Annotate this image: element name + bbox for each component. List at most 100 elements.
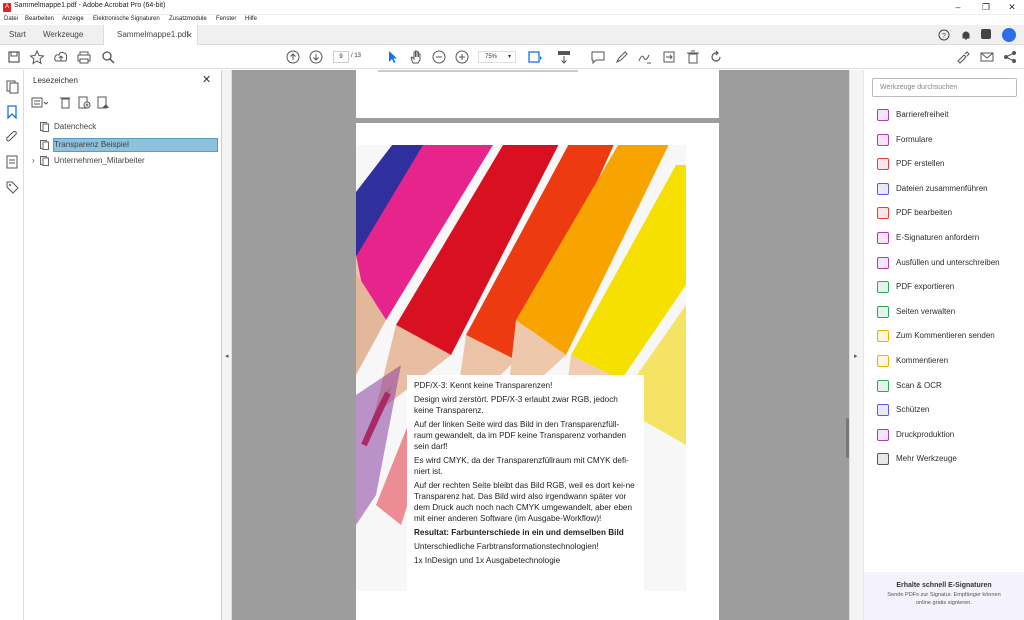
tool-label: Schützen bbox=[896, 405, 930, 415]
highlight-pen-icon[interactable] bbox=[614, 49, 630, 65]
tab-close-icon[interactable]: ✕ bbox=[186, 31, 193, 40]
page-content-divider bbox=[378, 70, 578, 72]
menu-fenster[interactable]: Fenster bbox=[216, 16, 236, 22]
bookmark-page-icon bbox=[40, 140, 49, 150]
bookmark-options-icon[interactable] bbox=[31, 97, 49, 109]
document-properties-icon[interactable] bbox=[5, 155, 19, 169]
zoom-out-icon[interactable] bbox=[431, 49, 447, 65]
send-for-comments-icon bbox=[877, 330, 889, 343]
tool-label: Zum Kommentieren senden bbox=[896, 331, 995, 341]
share-icon[interactable] bbox=[1002, 49, 1018, 65]
edit-pdf-icon bbox=[877, 207, 889, 220]
menu-datei[interactable]: Datei bbox=[4, 16, 18, 22]
bookmark-icon[interactable] bbox=[5, 105, 19, 119]
scroll-mode-icon[interactable] bbox=[556, 49, 572, 65]
menu-bearbeiten[interactable]: Bearbeiten bbox=[25, 16, 54, 22]
page-fit-icon[interactable] bbox=[527, 49, 543, 65]
pdf-paragraph: Auf der linken Seite wird das Bild in de… bbox=[414, 420, 627, 451]
chevron-right-icon[interactable]: › bbox=[32, 156, 35, 165]
tools-search-input[interactable]: Werkzeuge durchsuchen bbox=[872, 78, 1017, 97]
star-icon[interactable] bbox=[29, 49, 45, 65]
avatar[interactable] bbox=[1002, 28, 1016, 42]
select-cursor-icon[interactable] bbox=[385, 49, 401, 65]
tool-label: PDF exportieren bbox=[896, 282, 955, 292]
find-bookmark-icon[interactable] bbox=[96, 96, 110, 109]
print-icon[interactable] bbox=[76, 49, 92, 65]
tab-document-label: Sammelmappe1.pdf bbox=[117, 30, 189, 39]
menu-anzeige[interactable]: Anzeige bbox=[62, 16, 84, 22]
attachment-icon[interactable] bbox=[5, 130, 19, 144]
email-icon[interactable] bbox=[979, 49, 995, 65]
next-page-icon[interactable] bbox=[308, 49, 324, 65]
comment-icon[interactable] bbox=[590, 49, 606, 65]
maximize-button[interactable]: ❐ bbox=[974, 0, 998, 15]
comment-tool-icon bbox=[877, 355, 889, 367]
menu-elektronische-signaturen[interactable]: Elektronische Signaturen bbox=[93, 16, 160, 22]
zoom-in-icon[interactable] bbox=[454, 49, 470, 65]
pdf-paragraph: Unterschiedliche Farbtransformationstech… bbox=[414, 542, 599, 551]
delete-bookmark-icon[interactable] bbox=[59, 96, 71, 109]
search-icon[interactable] bbox=[100, 49, 116, 65]
tab-start[interactable]: Start bbox=[9, 25, 26, 45]
close-window-button[interactable]: ✕ bbox=[1000, 0, 1024, 15]
tool-label: PDF erstellen bbox=[896, 159, 945, 169]
esign-promo[interactable]: Erhalte schnell E-Signaturen Sende PDFs … bbox=[864, 572, 1024, 620]
pdf-paragraph: Es wird CMYK, da der Transparenzfüllraum… bbox=[414, 456, 629, 476]
tool-label: E-Signaturen anfordern bbox=[896, 233, 980, 242]
combine-files-icon bbox=[877, 182, 889, 195]
menu-hilfe[interactable]: Hilfe bbox=[245, 16, 257, 22]
bookmark-label: Transparenz Beispiel bbox=[54, 140, 129, 149]
page-number-input[interactable]: 9 bbox=[333, 51, 349, 63]
page-thumbnails-icon[interactable] bbox=[5, 80, 19, 94]
protect-icon bbox=[877, 404, 889, 417]
bell-icon[interactable] bbox=[960, 29, 972, 41]
zoom-select[interactable]: 75% ▾ bbox=[478, 51, 516, 63]
scan-ocr-icon bbox=[877, 379, 889, 392]
previous-page-icon[interactable] bbox=[285, 49, 301, 65]
bookmarks-panel bbox=[24, 70, 222, 620]
tool-label: Seiten verwalten bbox=[896, 306, 956, 316]
bookmark-label: Unternehmen_Mitarbeiter bbox=[54, 156, 145, 165]
window-title: Sammelmappe1.pdf - Adobe Acrobat Pro (64… bbox=[14, 2, 166, 9]
forms-icon bbox=[877, 133, 889, 146]
help-icon[interactable]: ? bbox=[938, 29, 950, 41]
rotate-stamp-icon[interactable] bbox=[661, 49, 677, 65]
bookmark-page-icon bbox=[40, 122, 49, 132]
tab-werkzeuge[interactable]: Werkzeuge bbox=[43, 25, 83, 45]
promo-text: Sende PDFs zur Signatur. Empfänger könne… bbox=[887, 592, 1001, 606]
rotate-icon[interactable] bbox=[708, 49, 724, 65]
chevron-down-icon: ▾ bbox=[507, 54, 511, 60]
apps-icon[interactable] bbox=[981, 29, 991, 39]
pdf-paragraph: Auf der rechten Seite bleibt das Bild RG… bbox=[414, 481, 635, 523]
minimize-button[interactable]: – bbox=[946, 0, 970, 15]
previous-page bbox=[356, 70, 719, 118]
tool-label: Ausfüllen und unterschreiben bbox=[896, 257, 1000, 267]
pdf-paragraph: Design wird zerstört. PDF/X-3 erlaubt zw… bbox=[414, 395, 618, 415]
pdf-paragraph-bold: Resultat: Farbunterschiede in ein und de… bbox=[414, 528, 624, 537]
zoom-value: 75% bbox=[485, 54, 498, 60]
tool-label: Formulare bbox=[896, 134, 933, 144]
hand-icon[interactable] bbox=[408, 49, 424, 65]
bookmarks-title: Lesezeichen bbox=[33, 76, 78, 85]
new-bookmark-icon[interactable] bbox=[77, 96, 91, 109]
collapse-right-icon[interactable]: ▸ bbox=[854, 352, 858, 360]
menu-zusatzmodule[interactable]: Zusatzmodule bbox=[169, 16, 207, 22]
tool-label: Druckproduktion bbox=[896, 429, 955, 439]
tool-label: Kommentieren bbox=[896, 356, 949, 365]
sign-icon[interactable] bbox=[637, 49, 653, 65]
tool-label: Scan & OCR bbox=[896, 380, 942, 390]
close-icon[interactable]: ✕ bbox=[202, 73, 211, 86]
collapse-left-icon[interactable]: ◂ bbox=[225, 352, 229, 360]
tab-document[interactable]: Sammelmappe1.pdf bbox=[103, 25, 198, 45]
promo-title: Erhalte schnell E-Signaturen bbox=[896, 582, 992, 589]
cloud-upload-icon[interactable] bbox=[53, 49, 69, 65]
left-panel-splitter[interactable]: ◂ bbox=[222, 70, 232, 620]
acrobat-app-icon: A bbox=[3, 3, 11, 12]
pdf-text-block: PDF/X-3: Kennt keine Transparenzen! Desi… bbox=[407, 375, 644, 591]
print-production-icon bbox=[877, 428, 889, 441]
signature-tool-icon[interactable] bbox=[955, 49, 971, 65]
tag-icon[interactable] bbox=[5, 180, 19, 194]
save-icon[interactable] bbox=[6, 49, 22, 65]
delete-icon[interactable] bbox=[685, 49, 701, 65]
right-panel-splitter[interactable]: ▸ bbox=[849, 70, 863, 620]
